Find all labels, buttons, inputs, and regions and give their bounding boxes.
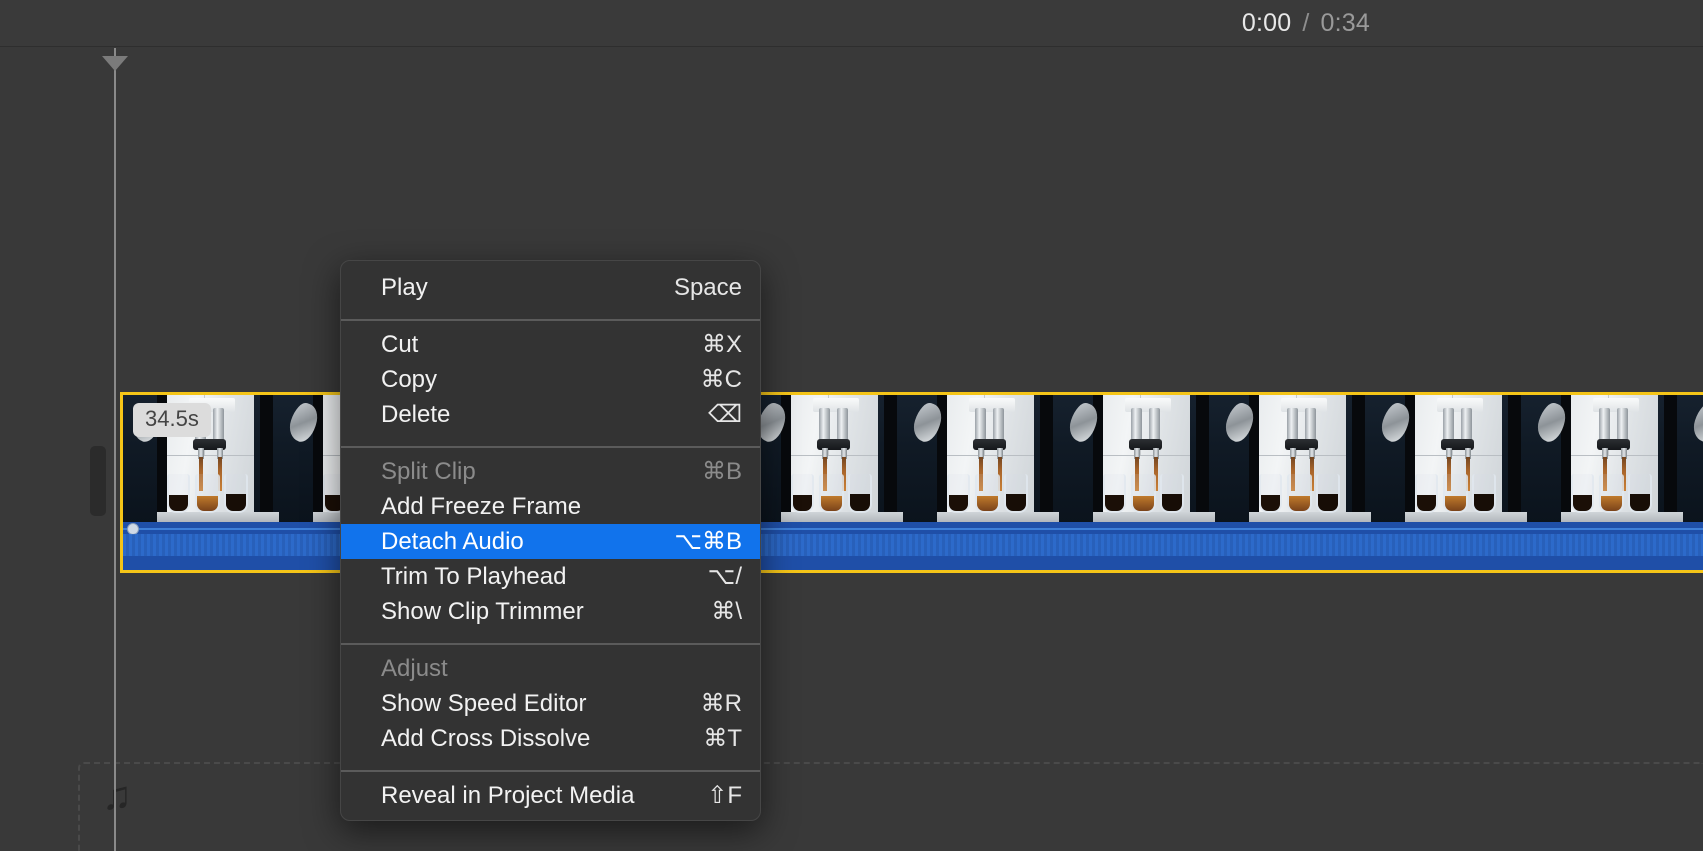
menu-item-shortcut: ⌘B <box>701 458 742 485</box>
menu-group: Play Space <box>341 261 760 312</box>
clip-context-menu[interactable]: Play Space Cut ⌘X Copy ⌘C Delete ⌫ Split Clip ⌘B A… <box>340 260 761 821</box>
menu-item-split-clip: Split Clip ⌘B <box>341 454 760 489</box>
menu-item-label: Copy <box>381 365 438 393</box>
menu-item-label: Play <box>381 273 428 301</box>
menu-item-shortcut: ⌥/ <box>707 563 742 590</box>
menu-item-shortcut: ⌘T <box>703 725 742 752</box>
filmstrip-frame <box>1059 395 1215 525</box>
menu-group: Cut ⌘X Copy ⌘C Delete ⌫ <box>341 321 760 439</box>
menu-item-label: Show Speed Editor <box>381 689 587 717</box>
filmstrip-frame <box>747 395 903 525</box>
menu-item-reveal-in-project-media[interactable]: Reveal in Project Media ⇧F <box>341 778 760 813</box>
menu-item-add-cross-dissolve[interactable]: Add Cross Dissolve ⌘T <box>341 721 760 756</box>
menu-item-trim-to-playhead[interactable]: Trim To Playhead ⌥/ <box>341 559 760 594</box>
menu-item-shortcut: ⌘\ <box>711 598 742 625</box>
top-toolbar: 0:00 / 0:34 <box>0 0 1703 47</box>
current-time: 0:00 <box>1241 9 1292 37</box>
menu-item-shortcut: ⇧F <box>707 782 742 809</box>
filmstrip-frame <box>1683 395 1703 525</box>
playhead-handle-icon[interactable] <box>102 56 128 71</box>
menu-item-detach-audio[interactable]: Detach Audio ⌥⌘B <box>341 524 760 559</box>
menu-item-shortcut: ⌥⌘B <box>674 528 742 555</box>
menu-item-adjust: Adjust <box>341 651 760 686</box>
menu-item-label: Add Freeze Frame <box>381 492 582 520</box>
menu-item-label: Detach Audio <box>381 527 524 555</box>
menu-item-shortcut: ⌫ <box>708 401 742 428</box>
menu-item-label: Cut <box>381 330 419 358</box>
clip-duration-badge: 34.5s <box>133 403 211 437</box>
menu-item-show-speed-editor[interactable]: Show Speed Editor ⌘R <box>341 686 760 721</box>
music-note-icon: ♫ <box>102 774 132 818</box>
menu-item-label: Add Cross Dissolve <box>381 724 591 752</box>
menu-item-shortcut: ⌘C <box>700 366 742 393</box>
menu-item-label: Trim To Playhead <box>381 562 567 590</box>
menu-item-show-clip-trimmer[interactable]: Show Clip Trimmer ⌘\ <box>341 594 760 629</box>
playhead[interactable] <box>102 48 128 851</box>
menu-item-label: Reveal in Project Media <box>381 781 635 809</box>
menu-item-label: Split Clip <box>381 457 476 485</box>
filmstrip-frame <box>1371 395 1527 525</box>
menu-group: Split Clip ⌘B Add Freeze Frame Detach Audio… <box>341 448 760 636</box>
filmstrip-frame <box>903 395 1059 525</box>
menu-group: Adjust Show Speed Editor ⌘R Add Cross Disso… <box>341 645 760 763</box>
menu-item-cut[interactable]: Cut ⌘X <box>341 327 760 362</box>
timeline-canvas[interactable]: 34.5s ♫ Play Space Cut ⌘X Copy ⌘C Delete ⌫ Split… <box>0 48 1703 851</box>
menu-item-shortcut: ⌘X <box>701 331 742 358</box>
timecode-display: 0:00 / 0:34 <box>1242 0 1370 47</box>
menu-item-add-freeze-frame[interactable]: Add Freeze Frame <box>341 489 760 524</box>
filmstrip-frame <box>1215 395 1371 525</box>
filmstrip-frame <box>1527 395 1683 525</box>
menu-group: Reveal in Project Media ⇧F <box>341 772 760 820</box>
video-editor-timeline-screen: 0:00 / 0:34 34.5s ♫ PlaySpaceCut⌘XCo <box>0 0 1703 851</box>
menu-item-shortcut: Space <box>673 273 742 301</box>
clip-trim-handle-left[interactable] <box>90 446 106 516</box>
menu-item-shortcut: ⌘R <box>700 690 742 717</box>
menu-item-copy[interactable]: Copy ⌘C <box>341 362 760 397</box>
menu-item-play[interactable]: Play Space <box>341 270 760 305</box>
menu-item-label: Show Clip Trimmer <box>381 597 584 625</box>
menu-item-label: Delete <box>381 400 451 428</box>
audio-dropzone[interactable]: ♫ <box>78 762 1703 851</box>
menu-item-label: Adjust <box>381 654 448 682</box>
time-separator: / <box>1302 9 1310 37</box>
total-time: 0:34 <box>1320 9 1370 37</box>
menu-item-delete[interactable]: Delete ⌫ <box>341 397 760 432</box>
